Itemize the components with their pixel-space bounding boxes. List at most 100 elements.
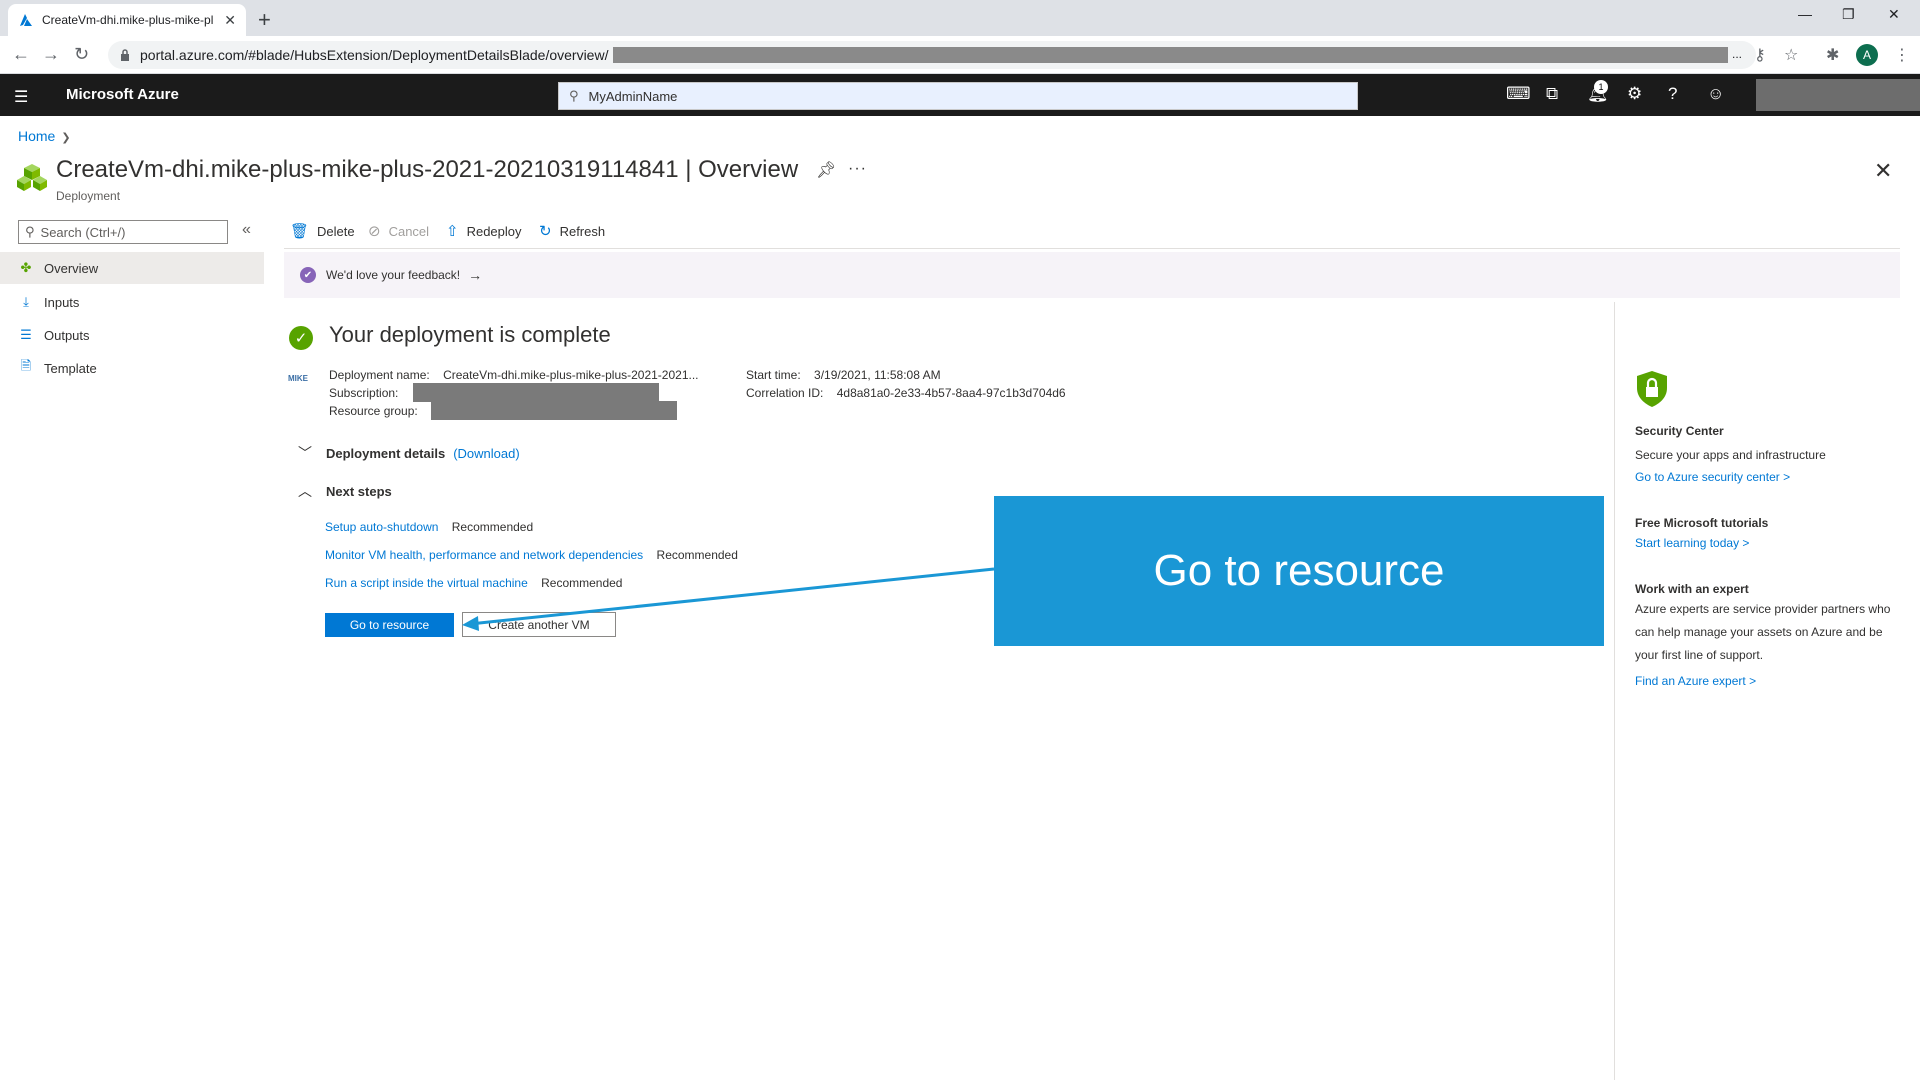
cloud-shell-icon[interactable]: ⌨ [1506,84,1531,104]
recommended-tag: Recommended [656,548,738,562]
command-bar-divider [284,248,1900,249]
subscription-label: Subscription: [329,386,399,400]
hamburger-menu-icon[interactable]: ☰ [14,87,28,107]
cancel-button[interactable]: ⊘ Cancel [368,222,429,240]
go-to-resource-button[interactable]: Go to resource [325,613,454,637]
page-title: CreateVm-dhi.mike-plus-mike-plus-2021-20… [56,156,798,184]
delete-button[interactable]: 🗑︎ Delete [290,222,355,240]
azure-header: ☰ Microsoft Azure ⚲ MyAdminName ⌨ ⧉ 🔔︎ 1… [0,74,1920,116]
find-expert-link[interactable]: Find an Azure expert > [1635,674,1756,688]
expert-heading: Work with an expert [1635,582,1749,596]
template-document-icon: 🗎︎ [20,358,32,373]
menu-item-label: Template [44,360,97,376]
brand-name[interactable]: Microsoft Azure [66,86,179,103]
security-shield-icon [1637,371,1667,407]
lock-icon [121,49,129,61]
close-tab-icon[interactable]: ✕ [224,12,236,29]
mike-logo: MIKE [288,374,308,383]
redeploy-button[interactable]: ⇧ Redeploy [446,222,522,240]
minimize-icon[interactable]: — [1798,6,1812,22]
trash-icon: 🗑︎ [290,223,310,240]
cancel-label: Cancel [388,223,430,239]
extensions-icon[interactable]: ✱ [1826,45,1839,65]
callout-box: Go to resource [994,496,1604,646]
more-options-icon[interactable]: ··· [848,160,867,178]
menu-item-template[interactable]: 🗎︎ Template [0,352,264,384]
success-check-icon: ✓ [289,326,313,350]
azure-logo-icon [20,14,32,26]
next-steps-section[interactable]: ︿ Next steps [298,481,392,501]
directory-filter-icon[interactable]: ⧉ [1546,84,1558,104]
help-icon[interactable]: ? [1668,84,1677,104]
gear-icon[interactable]: ⚙ [1627,84,1642,104]
deployment-details-section[interactable]: ﹀ Deployment details (Download) [298,443,520,463]
start-time-value: 3/19/2021, 11:58:08 AM [814,368,941,382]
expert-text: Azure experts are service provider partn… [1635,602,1891,662]
key-icon[interactable]: ⚷ [1754,45,1766,65]
menu-item-inputs[interactable]: ⤓ Inputs [0,286,264,318]
download-link[interactable]: (Download) [453,446,519,461]
account-redaction[interactable] [1756,79,1920,111]
profile-avatar[interactable]: A [1856,44,1878,66]
menu-item-label: Overview [44,260,99,276]
menu-item-label: Inputs [44,294,80,310]
deployment-name-label: Deployment name: [329,368,430,382]
refresh-label: Refresh [559,223,606,239]
menu-dots-icon[interactable]: ⋮ [1894,45,1910,65]
close-blade-icon[interactable]: ✕ [1874,158,1892,184]
recommended-tag: Recommended [451,520,534,534]
global-search-input[interactable]: ⚲ MyAdminName [558,82,1358,110]
pin-icon[interactable]: 📌︎ [816,160,836,180]
overview-cubes-icon: ✤ [20,260,32,275]
inputs-icon: ⤓ [23,294,29,309]
resource-group-label: Resource group: [329,404,418,418]
start-time-row: Start time: 3/19/2021, 11:58:08 AM [746,368,941,382]
feedback-smiley-icon[interactable]: ☺ [1707,84,1724,104]
page-title-name: CreateVm-dhi.mike-plus-mike-plus-2021-20… [56,156,679,183]
deployment-name-value: CreateVm-dhi.mike-plus-mike-plus-2021-20… [443,368,699,382]
refresh-icon: ↻ [539,223,552,240]
menu-search-input[interactable]: ⚲ Search (Ctrl+/) [18,220,228,244]
menu-item-outputs[interactable]: ☰ Outputs [0,319,264,351]
address-bar[interactable]: portal.azure.com/#blade/HubsExtension/De… [108,41,1756,69]
new-tab-icon[interactable]: + [258,7,271,33]
tutorials-heading: Free Microsoft tutorials [1635,516,1769,530]
restore-icon[interactable]: ❐ [1842,6,1855,23]
feedback-banner[interactable]: ✔ We'd love your feedback! → [284,252,1900,298]
star-icon[interactable]: ☆ [1784,45,1798,65]
menu-item-overview[interactable]: ✤ Overview [0,252,264,284]
next-step-item: Monitor VM health, performance and netwo… [325,548,738,562]
correlation-row: Correlation ID: 4d8a81a0-2e33-4b57-8aa4-… [746,386,1066,400]
forward-icon[interactable]: → [42,44,60,65]
browser-tab[interactable]: CreateVm-dhi.mike-plus-mike-pl ✕ [8,4,246,36]
setup-auto-shutdown-link[interactable]: Setup auto-shutdown [325,520,438,534]
reload-icon[interactable]: ↻ [74,44,89,65]
refresh-button[interactable]: ↻ Refresh [539,222,605,240]
deployment-status-title: Your deployment is complete [329,322,611,347]
create-another-vm-button[interactable]: Create another VM [462,612,616,637]
subscription-redaction [413,383,659,402]
back-icon[interactable]: ← [12,44,30,65]
delete-label: Delete [317,223,355,239]
page-subtitle: Deployment [56,189,121,203]
chevron-right-icon: ❯ [61,132,71,144]
close-window-icon[interactable]: ✕ [1888,6,1900,23]
run-script-link[interactable]: Run a script inside the virtual machine [325,576,528,590]
chevron-up-icon: ︿ [298,483,312,499]
security-center-link[interactable]: Go to Azure security center > [1635,470,1790,484]
breadcrumb-home-link[interactable]: Home [18,128,55,144]
security-center-text: Secure your apps and infrastructure [1635,448,1826,462]
recommended-tag: Recommended [541,576,623,590]
right-info-panel: Security Center Secure your apps and inf… [1614,302,1920,1080]
next-step-item: Setup auto-shutdown Recommended [325,520,533,534]
collapse-menu-icon[interactable]: « [242,221,251,239]
menu-search-placeholder: Search (Ctrl+/) [40,224,126,240]
url-ellipsis: ... [1732,47,1743,61]
arrow-right-icon: → [468,267,483,283]
feedback-text: We'd love your feedback! [326,268,461,282]
deployment-cubes-icon [17,164,47,191]
monitor-vm-health-link[interactable]: Monitor VM health, performance and netwo… [325,548,643,562]
deployment-details-label: Deployment details [326,445,446,461]
start-learning-link[interactable]: Start learning today > [1635,536,1749,550]
chevron-down-icon: ﹀ [298,445,312,461]
